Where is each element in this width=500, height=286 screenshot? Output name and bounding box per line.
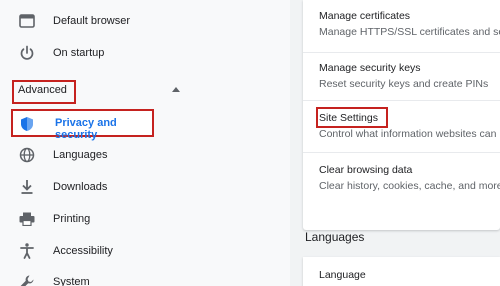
advanced-label: Advanced [18, 84, 67, 96]
chevron-up-icon [172, 87, 180, 92]
wrench-icon [18, 273, 36, 286]
row-title: Clear browsing data [319, 164, 413, 176]
sidebar-item-label: Accessibility [53, 245, 113, 257]
settings-sidebar: Default browser On startup Advanced Priv… [0, 0, 290, 286]
language-card: Language [303, 257, 500, 286]
manage-security-keys-row[interactable]: Manage security keys Reset security keys… [303, 52, 500, 100]
sidebar-item-label: Downloads [53, 181, 108, 193]
row-subtitle: Reset security keys and create PINs [319, 78, 489, 90]
sidebar-item-label: Default browser [53, 15, 131, 27]
row-subtitle: Manage HTTPS/SSL certificates and se [319, 26, 500, 38]
sidebar-item-accessibility[interactable]: Accessibility [0, 235, 290, 267]
language-row[interactable]: Language [319, 269, 366, 281]
sidebar-item-label: Languages [53, 149, 108, 161]
sidebar-item-on-startup[interactable]: On startup [0, 37, 290, 69]
shield-icon [20, 116, 34, 132]
browser-window-icon [18, 12, 36, 30]
sidebar-item-label: Printing [53, 213, 91, 225]
sidebar-item-label: On startup [53, 47, 105, 59]
power-icon [18, 44, 36, 62]
sidebar-item-label: System [53, 276, 90, 286]
privacy-settings-card: Manage certificates Manage HTTPS/SSL cer… [303, 0, 500, 230]
row-title: Manage certificates [319, 10, 411, 22]
sidebar-item-downloads[interactable]: Downloads [0, 171, 290, 203]
languages-section-heading: Languages [305, 230, 365, 244]
sidebar-item-languages[interactable]: Languages [0, 139, 290, 171]
printer-icon [18, 210, 36, 228]
advanced-section-toggle[interactable]: Advanced [12, 80, 190, 104]
sidebar-item-system[interactable]: System [0, 266, 290, 286]
download-icon [18, 178, 36, 196]
row-subtitle: Control what information websites can [319, 128, 497, 140]
clear-browsing-data-row[interactable]: Clear browsing data Clear history, cooki… [303, 152, 500, 204]
sidebar-item-label: Privacy and security [55, 117, 117, 141]
sidebar-item-default-browser[interactable]: Default browser [0, 5, 290, 37]
manage-certificates-row[interactable]: Manage certificates Manage HTTPS/SSL cer… [303, 0, 500, 48]
site-settings-highlight-box [316, 107, 388, 128]
row-subtitle: Clear history, cookies, cache, and more [319, 180, 500, 192]
accessibility-icon [18, 242, 36, 260]
row-title: Manage security keys [319, 62, 421, 74]
globe-icon [18, 146, 36, 164]
sidebar-item-privacy-and-security[interactable]: Privacy and security [11, 109, 154, 141]
sidebar-item-printing[interactable]: Printing [0, 203, 290, 235]
